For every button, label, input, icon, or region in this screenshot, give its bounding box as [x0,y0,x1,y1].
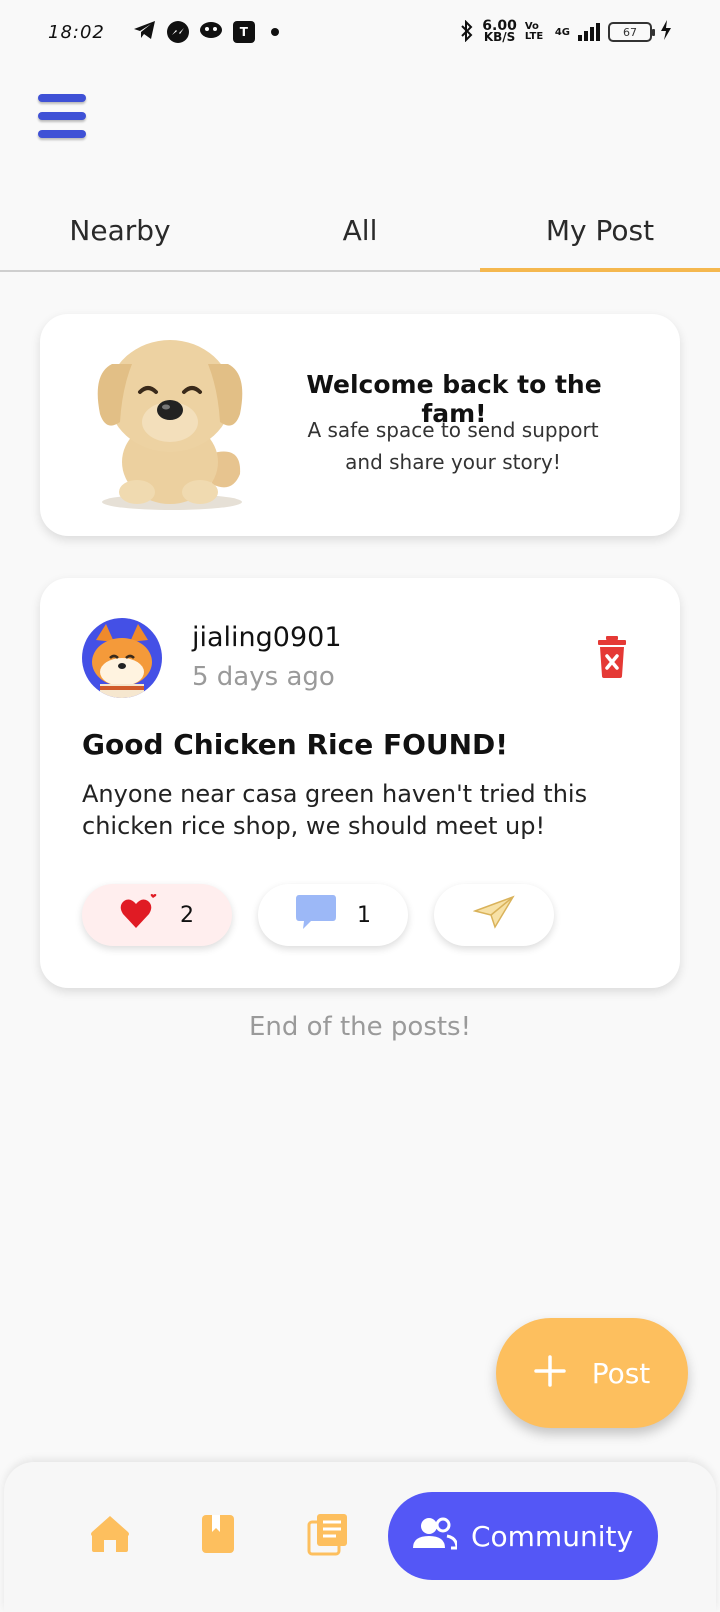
new-post-label: Post [591,1356,651,1390]
menu-button[interactable] [38,94,90,142]
home-icon [91,1516,129,1552]
comment-count: 1 [357,902,371,928]
nav-community[interactable]: Community [388,1492,658,1580]
messenger-icon [166,21,189,43]
comment-button[interactable]: 1 [258,884,408,946]
menu-line-icon [38,130,86,138]
game-icon [199,20,223,44]
post-card[interactable]: jialing0901 5 days ago Good Chicken Rice… [40,578,680,988]
status-app-icons: T [133,19,279,45]
charging-icon [660,19,672,45]
heart-icon [120,894,160,936]
community-label: Community [470,1519,634,1553]
post-timestamp: 5 days ago [192,662,335,692]
status-indicators: 6.00 KB/S Vo LTE 4G 67 [460,19,672,45]
book-icon [202,1515,234,1553]
like-button[interactable]: 2 [82,884,232,946]
welcome-card: Welcome back to the fam! A safe space to… [40,314,680,536]
welcome-subtitle: A safe space to send support and share y… [307,418,599,474]
nav-home[interactable] [88,1512,132,1556]
net-speed: 6.00 KB/S [482,19,517,44]
status-time: 18:02 [48,21,105,43]
people-icon [412,1516,459,1557]
post-username[interactable]: jialing0901 [192,622,342,653]
end-of-posts-text: End of the posts! [248,1012,472,1042]
share-button[interactable] [434,884,554,946]
notification-dot-icon [270,28,279,36]
signal-icon [578,23,600,41]
net-speed-unit: KB/S [483,30,516,44]
status-bar: 18:02 T 6.00 KB/S Vo LTE 4G 67 [0,0,720,64]
network-type: 4G [554,26,570,38]
feed-tabs: Nearby All My Post [0,190,720,272]
telegram-icon [133,19,157,45]
post-title: Good Chicken Rice FOUND! [82,728,509,761]
menu-line-icon [38,112,86,120]
battery-level: 67 [623,25,637,39]
teams-icon: T [232,21,255,43]
like-count: 2 [180,902,194,928]
tab-my-post[interactable]: My Post [480,190,720,272]
battery-icon: 67 [608,22,655,42]
tab-all[interactable]: All [240,190,480,270]
delete-post-button[interactable] [596,636,628,678]
menu-line-icon [38,94,86,102]
comment-bubble-icon [295,893,337,937]
new-post-button[interactable]: Post [496,1318,688,1428]
nav-library[interactable] [196,1512,240,1556]
journal-icon [307,1514,347,1556]
puppy-illustration [92,334,252,514]
paper-plane-icon [472,895,515,935]
nav-journal[interactable] [306,1512,350,1556]
bluetooth-icon [460,19,474,45]
avatar[interactable] [82,618,162,698]
tab-nearby[interactable]: Nearby [0,190,240,270]
plus-icon [533,1351,566,1395]
volte-label: Vo LTE [524,21,544,42]
post-body: Anyone near casa green haven't tried thi… [82,780,588,840]
bottom-nav: Community [4,1462,716,1612]
trash-icon [598,636,626,678]
